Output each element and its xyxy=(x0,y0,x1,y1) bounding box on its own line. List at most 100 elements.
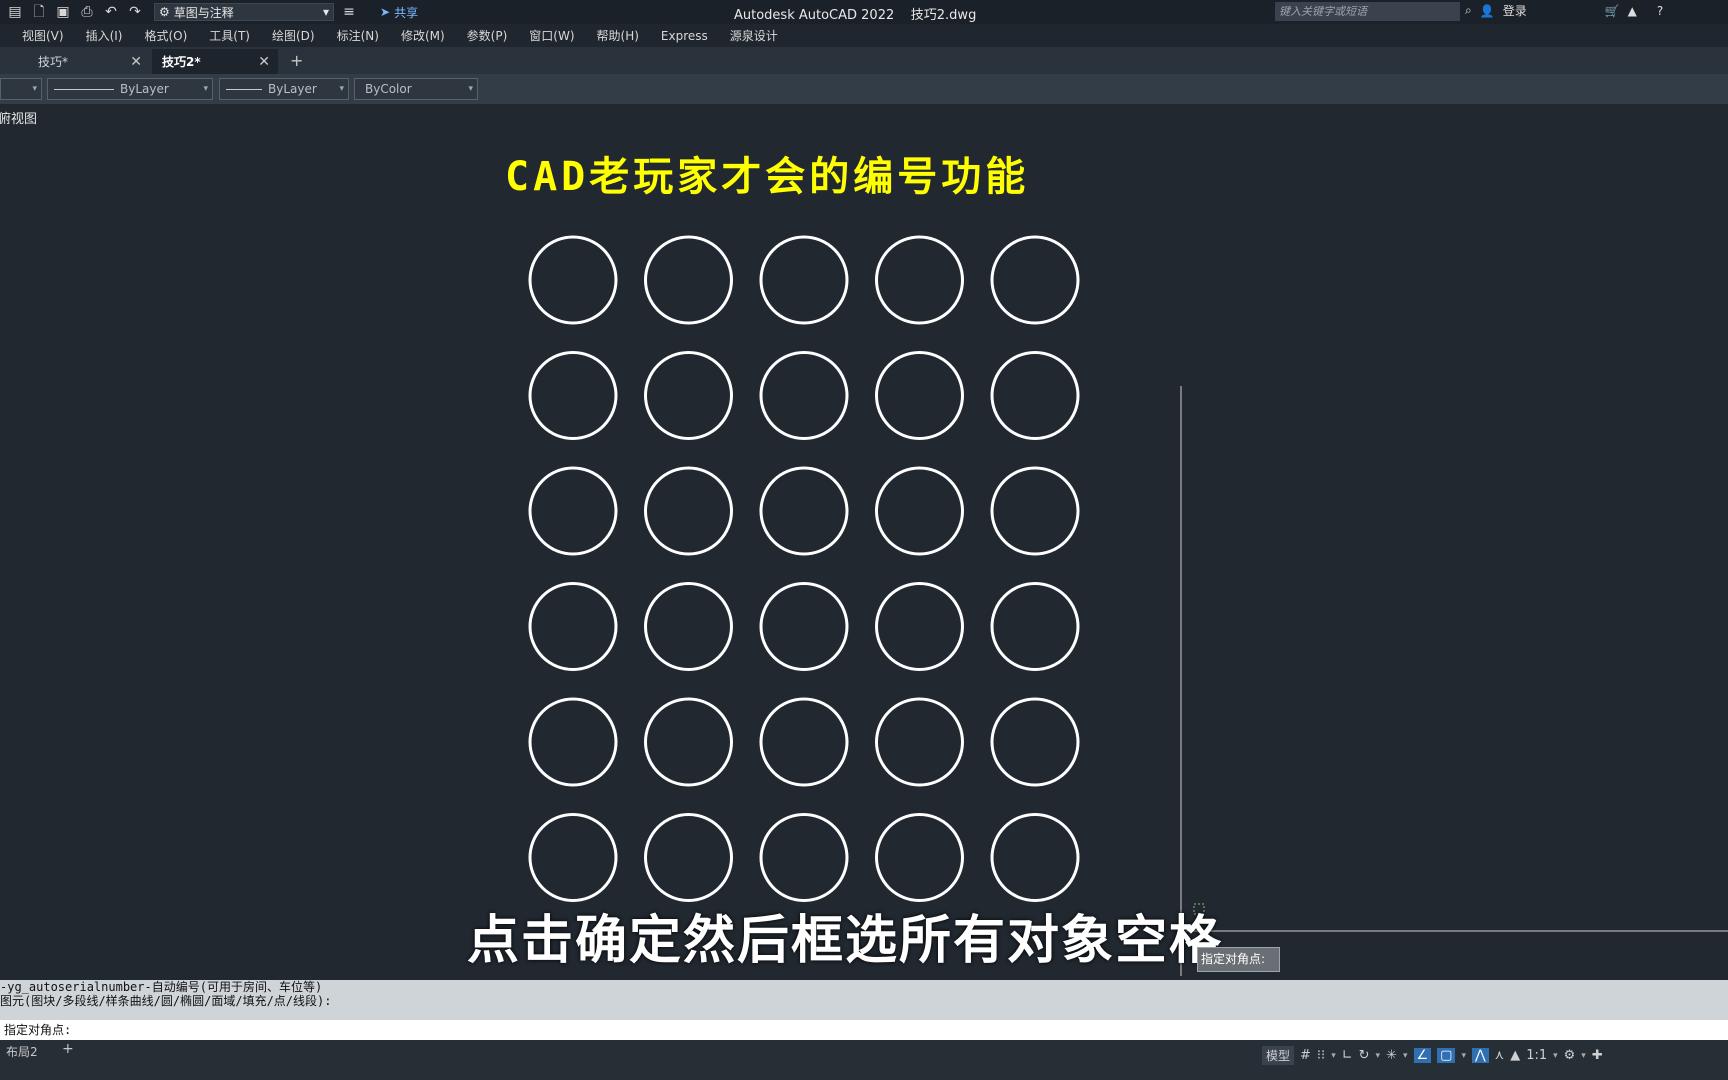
plotstyle-dropdown[interactable]: ByColor ▾ xyxy=(354,78,478,100)
circle-entity[interactable] xyxy=(990,466,1080,556)
polar-icon[interactable]: ↻ xyxy=(1359,1048,1370,1063)
menu-item[interactable]: 源泉设计 xyxy=(730,27,778,44)
linetype-dropdown[interactable]: ByLayer ▾ xyxy=(47,78,213,100)
menu-item[interactable]: 格式(O) xyxy=(144,27,187,44)
menu-item[interactable]: 参数(P) xyxy=(467,27,508,44)
account-tools: ⌕ 👤 登录 🛒 ▲ ? xyxy=(1465,2,1663,19)
menu-item[interactable]: Express xyxy=(661,29,708,43)
circle-entity[interactable] xyxy=(759,466,849,556)
menu-item[interactable]: 插入(I) xyxy=(86,27,123,44)
share-button[interactable]: ➤ 共享 xyxy=(380,4,418,21)
chevron-down-icon[interactable]: ▾ xyxy=(1403,1051,1408,1061)
login-link[interactable]: 登录 xyxy=(1503,2,1527,19)
layer-dropdown[interactable]: ▾ xyxy=(0,78,42,100)
model-space-button[interactable]: 模型 xyxy=(1262,1046,1295,1065)
redo-icon[interactable]: ↷ xyxy=(126,3,144,21)
new-file-icon[interactable]: 🗋 xyxy=(30,3,48,21)
workspace-selector[interactable]: ⚙ 草图与注释 ▾ xyxy=(154,3,334,21)
circle-entity[interactable] xyxy=(528,697,618,787)
app-title: Autodesk AutoCAD 2022 技巧2.dwg xyxy=(734,8,977,23)
circle-entity[interactable] xyxy=(875,351,964,440)
circle-entity[interactable] xyxy=(644,235,733,325)
linetype-value: ByLayer xyxy=(120,82,169,96)
circle-entity[interactable] xyxy=(990,351,1080,440)
new-tab-button[interactable]: + xyxy=(290,51,303,70)
autodesk-icon[interactable]: ▲ xyxy=(1628,4,1637,18)
lineweight-dropdown[interactable]: ByLayer ▾ xyxy=(219,78,349,100)
circle-entity[interactable] xyxy=(990,697,1080,787)
circle-entity[interactable] xyxy=(990,813,1080,902)
search-icon[interactable]: ⌕ xyxy=(1465,3,1472,18)
circle-entity[interactable] xyxy=(644,351,733,440)
chevron-down-icon[interactable]: ▾ xyxy=(1376,1051,1381,1061)
circle-entity[interactable] xyxy=(875,697,964,787)
circle-entity[interactable] xyxy=(990,582,1080,671)
close-icon[interactable]: ✕ xyxy=(258,54,270,70)
ortho-icon[interactable]: ∟ xyxy=(1342,1048,1353,1063)
circle-entity[interactable] xyxy=(528,235,618,325)
grid-icon[interactable]: # xyxy=(1300,1048,1311,1063)
circle-entity[interactable] xyxy=(528,813,618,902)
auto-scale-icon[interactable]: ⋏ xyxy=(1495,1048,1505,1063)
circle-entity[interactable] xyxy=(875,582,964,671)
menu-item[interactable]: 窗口(W) xyxy=(529,27,574,44)
status-tools: 模型 # ⁝⁝ ▾ ∟ ↻ ▾ ✳ ▾ ∠ ▢ ▾ ⋀ ⋏ ▲ 1:1 ▾ ⚙ ▾ ✚ xyxy=(1262,1046,1603,1065)
scale-value[interactable]: 1:1 xyxy=(1526,1048,1547,1063)
user-icon[interactable]: 👤 xyxy=(1480,4,1495,18)
command-line: -yg_autoserialnumber-自动编号(可用于房间、车位等) 图元(… xyxy=(0,980,1728,1040)
chevron-down-icon[interactable]: ▾ xyxy=(1331,1051,1336,1061)
circle-entity[interactable] xyxy=(759,351,849,440)
drawing-canvas[interactable]: 俯视图 CAD老玩家才会的编号功能 点击确定然后框选所有对象空格 指定对角点: xyxy=(0,104,1728,976)
annotation-scale-icon[interactable]: ▲ xyxy=(1510,1048,1520,1063)
customize-quickaccess-icon[interactable]: ≡ xyxy=(340,3,358,21)
menu-item[interactable]: 修改(M) xyxy=(401,27,445,44)
undo-icon[interactable]: ↶ xyxy=(102,3,120,21)
chevron-down-icon[interactable]: ▾ xyxy=(1461,1051,1466,1061)
help-icon[interactable]: ? xyxy=(1657,4,1663,18)
line-sample xyxy=(54,88,114,90)
search-input[interactable]: 键入关键字或短语 xyxy=(1275,2,1460,21)
annotation-visibility-icon[interactable]: ⋀ xyxy=(1471,1048,1489,1063)
menu-item[interactable]: 绘图(D) xyxy=(272,27,315,44)
circle-entity[interactable] xyxy=(875,466,964,556)
gear-icon[interactable]: ⚙ xyxy=(1564,1048,1576,1063)
chevron-down-icon: ▾ xyxy=(339,84,344,94)
cart-icon[interactable]: 🛒 xyxy=(1605,4,1620,18)
isodraft-icon[interactable]: ✳ xyxy=(1386,1048,1397,1063)
chevron-down-icon[interactable]: ▾ xyxy=(1581,1051,1586,1061)
snap-icon[interactable]: ⁝⁝ xyxy=(1317,1048,1325,1063)
circle-entity[interactable] xyxy=(759,813,849,902)
chevron-down-icon[interactable]: ▾ xyxy=(1553,1051,1558,1061)
send-icon: ➤ xyxy=(380,5,391,19)
tab-jiqiao[interactable]: 技巧* ✕ xyxy=(0,49,150,74)
menu-item[interactable]: 视图(V) xyxy=(22,27,64,44)
menu-item[interactable]: 帮助(H) xyxy=(597,27,639,44)
circle-entity[interactable] xyxy=(875,813,964,902)
circle-entity[interactable] xyxy=(528,351,618,440)
circle-entity[interactable] xyxy=(528,582,618,671)
command-input[interactable]: 指定对角点: xyxy=(0,1020,1728,1040)
circle-entity[interactable] xyxy=(644,466,733,556)
object-tracking-icon[interactable]: ∠ xyxy=(1413,1048,1432,1063)
circle-entity[interactable] xyxy=(644,813,733,902)
document-tab-bar: 技巧* ✕ 技巧2* ✕ + xyxy=(0,47,1728,74)
customize-icon[interactable]: ✚ xyxy=(1592,1048,1603,1063)
circle-entity[interactable] xyxy=(759,697,849,787)
add-layout-button[interactable]: + xyxy=(62,1041,74,1057)
print-icon[interactable]: ⎙ xyxy=(78,3,96,21)
circle-entity[interactable] xyxy=(759,235,849,325)
circle-entity[interactable] xyxy=(990,235,1080,325)
save-icon[interactable]: ▣ xyxy=(54,3,72,21)
app-menu-icon[interactable]: ▤ xyxy=(6,3,24,21)
close-icon[interactable]: ✕ xyxy=(130,54,142,70)
menu-item[interactable]: 标注(N) xyxy=(337,27,379,44)
layout-tab[interactable]: 布局2 xyxy=(6,1043,38,1060)
circle-entity[interactable] xyxy=(528,466,618,556)
circle-entity[interactable] xyxy=(875,235,964,325)
object-snap-icon[interactable]: ▢ xyxy=(1437,1048,1456,1063)
circle-entity[interactable] xyxy=(644,697,733,787)
circle-entity[interactable] xyxy=(644,582,733,671)
tab-jiqiao2[interactable]: 技巧2* ✕ xyxy=(152,49,278,74)
menu-item[interactable]: 工具(T) xyxy=(209,27,250,44)
circle-entity[interactable] xyxy=(759,582,849,671)
